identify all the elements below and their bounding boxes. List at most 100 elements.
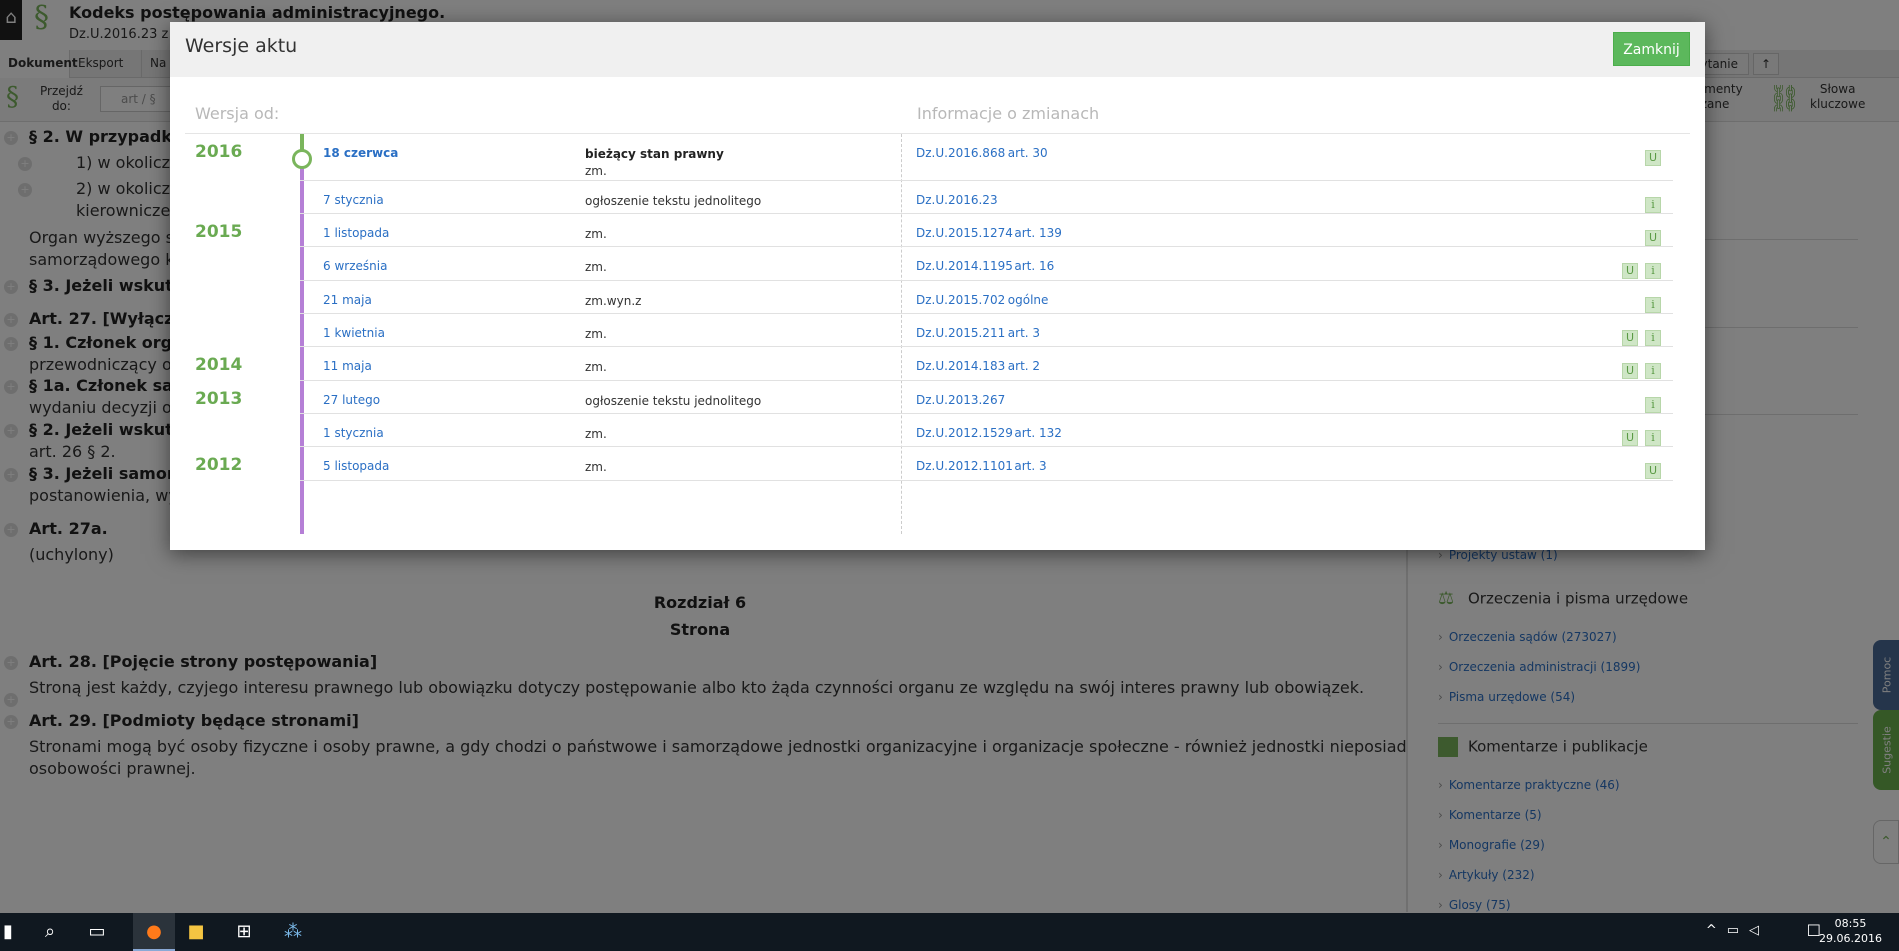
info-icon[interactable]: i — [1645, 297, 1661, 313]
source-act-link[interactable]: Dz.U.2014.1195 — [916, 259, 1013, 273]
article-link[interactable]: art. 16 — [1014, 259, 1054, 273]
version-description: ogłoszenie tekstu jednolitego — [585, 193, 761, 210]
amendment-u-icon[interactable]: U — [1622, 430, 1638, 446]
version-date-link[interactable]: 18 czerwca — [323, 146, 398, 160]
version-year: 2014 — [195, 355, 243, 375]
current-version-marker-icon — [292, 149, 312, 169]
change-type-label: zm. — [585, 260, 607, 274]
version-description: zm. — [585, 359, 607, 376]
change-type-label: zm. — [585, 164, 607, 178]
article-link[interactable]: art. 132 — [1014, 426, 1062, 440]
source-act-link[interactable]: Dz.U.2016.23 — [916, 193, 998, 207]
version-date-link[interactable]: 6 września — [323, 259, 387, 273]
task-view-icon[interactable]: ▭ — [85, 920, 109, 944]
row-badges: Ui — [1615, 426, 1661, 446]
amendment-u-icon[interactable]: U — [1645, 150, 1661, 166]
source-act-link[interactable]: Dz.U.2014.183 — [916, 359, 1005, 373]
clock-time: 08:55 — [1834, 917, 1867, 930]
change-type-label: zm. — [585, 460, 607, 474]
amendment-u-icon[interactable]: U — [1645, 230, 1661, 246]
source-act-link[interactable]: Dz.U.2012.1101 — [916, 459, 1013, 473]
clock[interactable]: 08:55 29.06.2016 — [1819, 916, 1882, 946]
version-date-link[interactable]: 21 maja — [323, 293, 372, 307]
column-header-info: Informacje o zmianach — [917, 104, 1100, 123]
versions-list: 2016 18 czerwca bieżący stan prawny zm. Dz.U… — [185, 134, 1690, 534]
version-description: bieżący stan prawny zm. — [585, 146, 724, 180]
amendment-u-icon[interactable]: U — [1622, 263, 1638, 279]
version-date-link[interactable]: 5 listopada — [323, 459, 389, 473]
source-act-link[interactable]: Dz.U.2016.868 — [916, 146, 1005, 160]
article-link[interactable]: art. 3 — [1014, 459, 1046, 473]
clock-date: 29.06.2016 — [1819, 932, 1882, 945]
version-row[interactable]: 2014 11 maja zm. Dz.U.2014.183 art. 2 Ui — [185, 347, 1690, 381]
system-tray[interactable]: ^▭◁ — [1706, 923, 1769, 938]
article-link[interactable]: art. 139 — [1014, 226, 1062, 240]
version-date-link[interactable]: 11 maja — [323, 359, 372, 373]
version-row[interactable]: 2013 27 lutego ogłoszenie tekstu jednolite… — [185, 381, 1690, 414]
version-row[interactable]: 1 kwietnia zm. Dz.U.2015.211 art. 3 Ui — [185, 314, 1690, 347]
change-type-label: zm. — [585, 427, 607, 441]
firefox-icon[interactable]: ● — [142, 920, 166, 944]
source-act-link[interactable]: Dz.U.2015.702 — [916, 293, 1005, 307]
version-date-link[interactable]: 27 lutego — [323, 393, 380, 407]
row-badges: i — [1638, 293, 1661, 313]
version-description: ogłoszenie tekstu jednolitego — [585, 393, 761, 410]
article-link[interactable]: art. 2 — [1008, 359, 1040, 373]
source-act-link[interactable]: Dz.U.2015.1274 — [916, 226, 1013, 240]
version-description: zm. — [585, 459, 607, 476]
start-icon[interactable]: ▮ — [0, 920, 20, 944]
close-button[interactable]: Zamknij — [1613, 32, 1690, 66]
version-description: zm.wyn.z — [585, 293, 641, 310]
info-icon[interactable]: i — [1645, 197, 1661, 213]
change-type-label: ogłoszenie tekstu jednolitego — [585, 394, 762, 408]
article-link[interactable]: art. 3 — [1008, 326, 1040, 340]
version-description: zm. — [585, 226, 607, 243]
windows-taskbar: ▮ ⌕ ▭ ● ■ ⊞ ⁂ ^▭◁ ☐ 08:55 29.06.2016 — [0, 913, 1899, 951]
info-icon[interactable]: i — [1645, 363, 1661, 379]
row-badges: i — [1638, 193, 1661, 213]
version-row[interactable]: 7 stycznia ogłoszenie tekstu jednolitego D… — [185, 181, 1690, 214]
version-date-link[interactable]: 1 kwietnia — [323, 326, 385, 340]
version-row[interactable]: 2016 18 czerwca bieżący stan prawny zm. Dz.U… — [185, 134, 1690, 181]
info-icon[interactable]: i — [1645, 397, 1661, 413]
version-date-link[interactable]: 1 listopada — [323, 226, 389, 240]
file-explorer-icon[interactable]: ■ — [184, 920, 208, 944]
source-act-link[interactable]: Dz.U.2012.1529 — [916, 426, 1013, 440]
info-icon[interactable]: i — [1645, 430, 1661, 446]
version-row[interactable]: 2012 5 listopada zm. Dz.U.2012.1101 art. 3 U — [185, 447, 1690, 481]
amendment-u-icon[interactable]: U — [1622, 330, 1638, 346]
version-row[interactable]: 1 stycznia zm. Dz.U.2012.1529 art. 132 Ui — [185, 414, 1690, 447]
row-divider — [300, 480, 1673, 481]
search-icon[interactable]: ⌕ — [38, 920, 62, 944]
version-year: 2015 — [195, 222, 243, 242]
version-date-link[interactable]: 7 stycznia — [323, 193, 384, 207]
source-act-link[interactable]: Dz.U.2013.267 — [916, 393, 1005, 407]
current-state-label: bieżący stan prawny — [585, 147, 724, 161]
network-app-icon[interactable]: ⁂ — [281, 920, 305, 944]
modal-title: Wersje aktu — [185, 35, 298, 57]
row-badges: i — [1638, 393, 1661, 413]
change-type-label: ogłoszenie tekstu jednolitego — [585, 194, 762, 208]
article-link[interactable]: art. 30 — [1008, 146, 1048, 160]
amendment-u-icon[interactable]: U — [1622, 363, 1638, 379]
version-row[interactable]: 21 maja zm.wyn.z Dz.U.2015.702 ogólne i — [185, 281, 1690, 314]
column-header-version: Wersja od: — [195, 104, 280, 123]
version-year: 2012 — [195, 455, 243, 475]
amendment-u-icon[interactable]: U — [1645, 463, 1661, 479]
change-type-label: zm. — [585, 360, 607, 374]
change-type-label: zm.wyn.z — [585, 294, 642, 308]
info-icon[interactable]: i — [1645, 263, 1661, 279]
info-icon[interactable]: i — [1645, 330, 1661, 346]
row-badges: U — [1638, 459, 1661, 479]
version-description: zm. — [585, 326, 607, 343]
version-row[interactable]: 6 września zm. Dz.U.2014.1195 art. 16 Ui — [185, 247, 1690, 281]
version-date-link[interactable]: 1 stycznia — [323, 426, 384, 440]
source-act-link[interactable]: Dz.U.2015.211 — [916, 326, 1005, 340]
change-type-label: zm. — [585, 327, 607, 341]
row-badges: Ui — [1615, 326, 1661, 346]
version-description: zm. — [585, 259, 607, 276]
version-year: 2013 — [195, 389, 243, 409]
version-row[interactable]: 2015 1 listopada zm. Dz.U.2015.1274 art. 139… — [185, 214, 1690, 247]
store-icon[interactable]: ⊞ — [232, 920, 256, 944]
article-link[interactable]: ogólne — [1008, 293, 1049, 307]
